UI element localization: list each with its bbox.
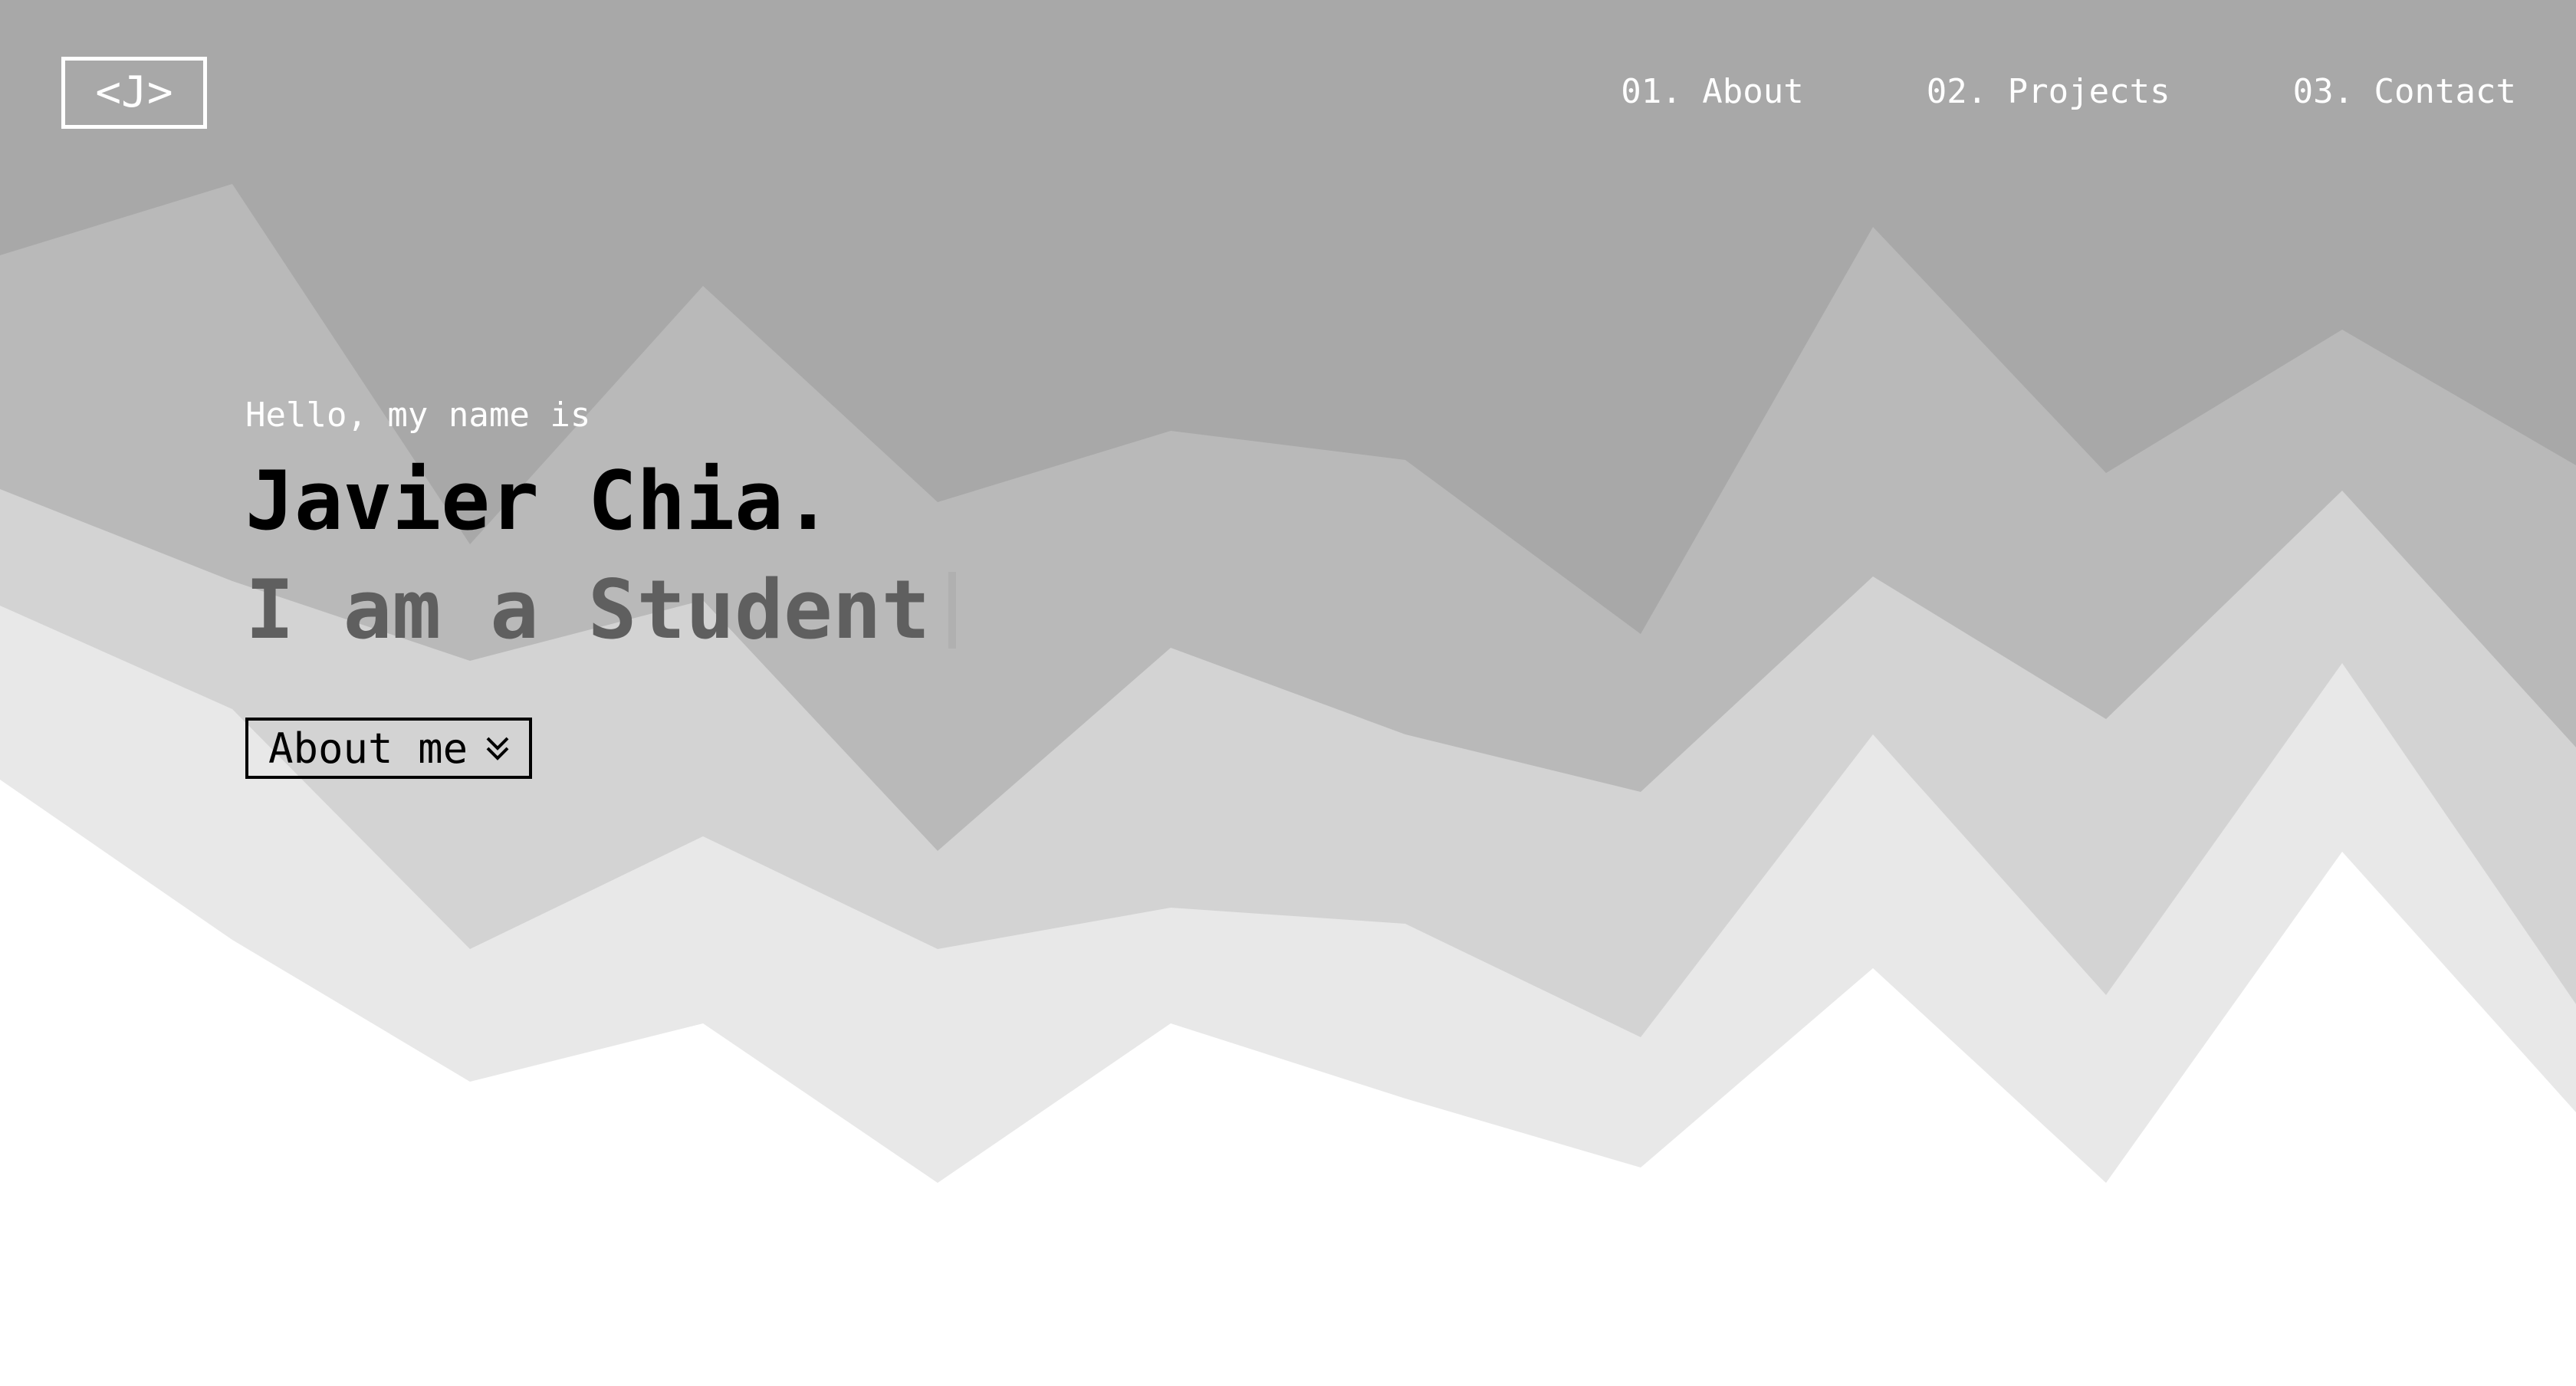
role-line: I am a Student bbox=[245, 560, 957, 661]
nav-link-contact[interactable]: 03. Contact bbox=[2293, 67, 2516, 117]
typed-role-text: I am a Student bbox=[245, 563, 931, 657]
about-me-button[interactable]: About me bbox=[245, 718, 533, 779]
nav-link-projects[interactable]: 02. Projects bbox=[1927, 67, 2170, 117]
double-chevron-down-icon bbox=[486, 737, 509, 760]
about-me-button-label: About me bbox=[268, 724, 468, 773]
main-nav: 01. About 02. Projects 03. Contact bbox=[1621, 67, 2516, 117]
hero-section: Hello, my name is Javier Chia. I am a St… bbox=[245, 391, 957, 779]
nav-link-about[interactable]: 01. About bbox=[1621, 67, 1803, 117]
typing-cursor bbox=[948, 572, 957, 649]
greeting-text: Hello, my name is bbox=[245, 396, 591, 435]
hero-name: Javier Chia. bbox=[245, 454, 833, 548]
logo[interactable]: <J> bbox=[61, 57, 207, 129]
